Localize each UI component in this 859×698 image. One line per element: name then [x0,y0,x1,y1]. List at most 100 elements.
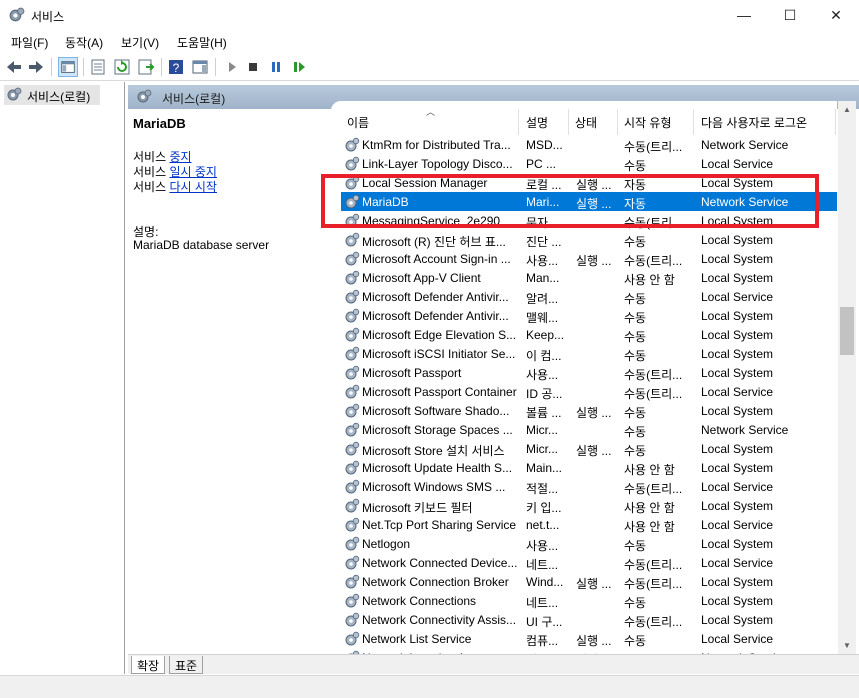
column-description[interactable]: 설명 [526,114,548,131]
close-button[interactable]: ✕ [813,0,859,31]
refresh-icon[interactable] [112,57,132,77]
show-hide-console-tree-icon[interactable] [58,57,78,77]
table-row[interactable]: Network Connections 네트... 수동 Local System [341,591,837,610]
pause-link[interactable]: 일시 중지 [169,165,217,179]
service-log-on-as: Local Service [701,480,774,494]
show-hide-action-pane-icon[interactable] [190,57,210,77]
table-row[interactable]: Microsoft Passport Container ID 공... 수동(트리… [341,382,837,401]
column-log-on-as[interactable]: 다음 사용자로 로그온 [701,114,807,131]
service-log-on-as: Local Service [701,290,774,304]
window-title: 서비스 [31,10,65,24]
table-row[interactable]: Netlogon 사용... 수동 Local System [341,534,837,553]
table-row[interactable]: Microsoft Account Sign-in ... 사용... 실행 ...… [341,249,837,268]
service-startup-type: 사용 안 함 [624,501,675,515]
table-row[interactable]: Local Session Manager 로컬 ... 실행 ... 자동 Local… [341,173,837,192]
table-row[interactable]: Network List Service 컴퓨... 실행 ... 수동 Local S… [341,629,837,648]
table-row-selected[interactable]: MariaDB Mari... 실행 ... 자동 Network Service [341,192,837,211]
service-log-on-as: Network Service [701,138,789,152]
tree-item-services-local[interactable]: 서비스(로컬) [4,85,100,105]
menu-action[interactable]: 동작(A) [65,34,103,51]
start-service-icon[interactable] [222,57,242,77]
service-startup-type: 수동(트리... [624,216,683,230]
scroll-thumb[interactable] [840,307,854,355]
service-log-on-as: Local System [701,499,774,513]
stop-link[interactable]: 중지 [169,150,191,164]
column-startup-type[interactable]: 시작 유형 [624,114,672,131]
service-name: Network List Service [362,632,472,646]
column-status[interactable]: 상태 [575,114,597,131]
table-row[interactable]: Network Connectivity Assis... UI 구... 수동(트… [341,610,837,629]
service-log-on-as: Local System [701,594,774,608]
pause-service-icon[interactable] [266,57,286,77]
table-row[interactable]: Network Connection Broker Wind... 실행 ... 수동… [341,572,837,591]
service-startup-type: 수동 [624,235,647,249]
scroll-down-arrow-icon[interactable]: ▼ [838,637,856,654]
service-description: Mari... [526,195,560,209]
table-row[interactable]: Net.Tcp Port Sharing Service net.t... 사용 안… [341,515,837,534]
service-log-on-as: Local System [701,328,774,342]
service-description: Main... [526,461,563,475]
service-startup-type: 수동(트리... [624,387,683,401]
table-row[interactable]: KtmRm for Distributed Tra... MSD... 수동(트리.… [341,135,837,154]
minimize-button[interactable]: — [721,0,767,31]
table-row[interactable]: Microsoft Defender Antivir... 맬웨... 수동 Loca… [341,306,837,325]
service-log-on-as: Local Service [701,157,774,171]
service-log-on-as: Local System [701,233,774,247]
stop-service-icon[interactable] [243,57,263,77]
service-startup-type: 사용 안 함 [624,520,675,534]
service-startup-type: 수동(트리... [624,482,683,496]
service-name: Network Connected Device... [362,556,518,570]
menu-view[interactable]: 보기(V) [121,34,159,51]
services-gear-icon [9,7,25,22]
table-row[interactable]: Microsoft Edge Elevation S... Keep... 수동 Lo… [341,325,837,344]
table-row[interactable]: Microsoft App-V Client Man... 사용 안 함 Local … [341,268,837,287]
service-log-on-as: Local System [701,214,774,228]
help-icon[interactable]: ? [166,57,186,77]
scroll-up-arrow-icon[interactable]: ▲ [838,101,856,118]
vertical-scrollbar[interactable]: ▲ ▼ [838,101,856,654]
forward-arrow-icon[interactable] [26,57,46,77]
service-log-on-as: Local System [701,309,774,323]
sort-ascending-icon: ︿ [426,107,436,117]
service-log-on-as: Local System [701,461,774,475]
selected-service-name: MariaDB [133,116,186,131]
table-row[interactable]: Microsoft Update Health S... Main... 사용 안 … [341,458,837,477]
column-name[interactable]: 이름 [347,114,369,131]
table-row[interactable]: Microsoft Windows SMS ... 적절... 수동(트리... Lo… [341,477,837,496]
table-row[interactable]: Microsoft Defender Antivir... 알려... 수동 Loca… [341,287,837,306]
service-startup-type: 수동 [624,539,647,553]
service-startup-type: 수동(트리... [624,368,683,382]
service-startup-type: 수동(트리... [624,615,683,629]
back-arrow-icon[interactable] [4,57,24,77]
service-name: Netlogon [362,537,411,551]
menu-file[interactable]: 파일(F) [11,34,48,51]
table-row[interactable]: Network Connected Device... 네트... 수동(트리...… [341,553,837,572]
table-row[interactable]: Microsoft Passport 사용... 수동(트리... Local Sys… [341,363,837,382]
service-gear-icon [345,251,360,266]
table-row[interactable]: Link-Layer Topology Disco... PC ... 수동 Loca… [341,154,837,173]
service-name: MariaDB [362,195,409,209]
maximize-button[interactable]: ☐ [767,0,813,31]
restart-service-icon[interactable] [289,57,309,77]
menu-help[interactable]: 도움말(H) [177,34,227,51]
table-row[interactable]: Microsoft Storage Spaces ... Micr... 수동 Net… [341,420,837,439]
export-list-icon[interactable] [136,57,156,77]
properties-icon[interactable] [88,57,108,77]
service-log-on-as: Local System [701,575,774,589]
service-name: Microsoft Edge Elevation S... [362,328,517,342]
tab-extended[interactable]: 확장 [131,656,166,674]
tab-standard[interactable]: 표준 [169,656,204,674]
service-log-on-as: Local System [701,176,774,190]
table-row[interactable]: Microsoft Software Shado... 볼륨 ... 실행 ... 수… [341,401,837,420]
table-row[interactable]: Microsoft 키보드 필터 키 입... 사용 안 함 Local System [341,496,837,515]
table-row[interactable]: MessagingService_2e290 문자 ... 수동(트리... Loca… [341,211,837,230]
table-row[interactable]: Microsoft Store 설치 서비스 Micr... 실행 ... 수동 Loc… [341,439,837,458]
service-log-on-as: Local System [701,347,774,361]
table-row[interactable]: Microsoft iSCSI Initiator Se... 이 컴... 수동 L… [341,344,837,363]
service-name: Microsoft Update Health S... [362,461,513,475]
service-description: 알려... [526,292,559,306]
service-gear-icon [345,441,360,456]
table-row[interactable]: Microsoft (R) 진단 허브 표... 진단 ... 수동 Local Sy… [341,230,837,249]
restart-link[interactable]: 다시 시작 [169,180,217,194]
service-startup-type: 사용 안 함 [624,463,675,477]
